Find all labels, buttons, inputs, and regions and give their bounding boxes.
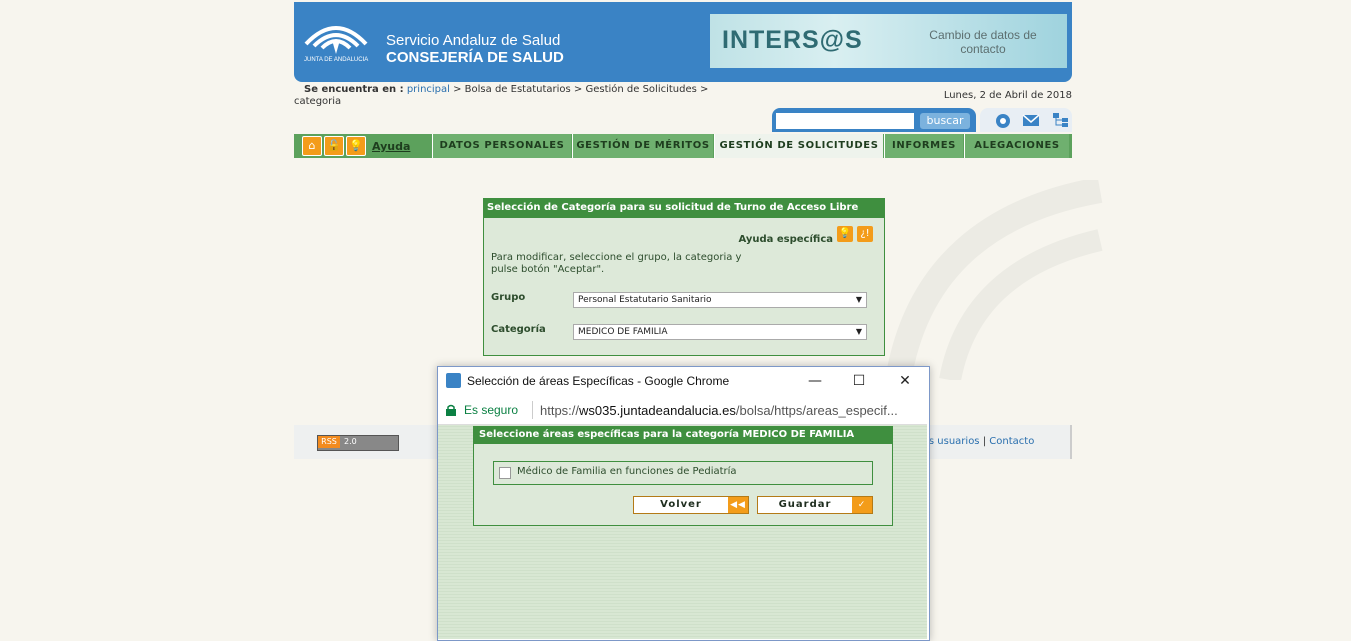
maximize-button[interactable]: ☐: [836, 370, 882, 392]
rss-label: RSS: [318, 436, 340, 448]
url-path: /bolsa/https/areas_especif...: [735, 403, 898, 418]
url-host: ws035.juntadeandalucia.es: [579, 403, 736, 418]
org-department: CONSEJERÍA DE SALUD: [386, 49, 564, 66]
org-name: Servicio Andaluz de Salud: [386, 32, 561, 49]
secure-lock-icon: [446, 404, 456, 416]
checkmark-icon: ✓: [852, 497, 872, 513]
back-button[interactable]: Volver ◀◀: [633, 496, 749, 514]
category-select-value: MEDICO DE FAMILIA: [578, 327, 668, 337]
watermark-arc: [887, 180, 1103, 380]
help-bulb-icon[interactable]: 💡: [346, 136, 366, 156]
category-label: Categoría: [491, 324, 546, 335]
tab-datos-personales[interactable]: DATOS PERSONALES: [432, 134, 571, 158]
group-select-value: Personal Estatutario Sanitario: [578, 295, 712, 305]
tab-gestion-meritos[interactable]: GESTIÓN DE MÉRITOS: [572, 134, 713, 158]
category-select[interactable]: MEDICO DE FAMILIA ▼: [573, 324, 867, 340]
banner-title: INTERS@S: [722, 26, 863, 54]
tab-informes[interactable]: INFORMES: [884, 134, 963, 158]
chevron-down-icon: ▼: [855, 295, 862, 304]
search-button[interactable]: buscar: [920, 113, 970, 129]
group-label: Grupo: [491, 292, 526, 303]
home-icon[interactable]: ⌂: [302, 136, 322, 156]
sitemap-icon[interactable]: [1052, 112, 1070, 128]
category-panel-title: Selección de Categoría para su solicitud…: [483, 198, 885, 218]
specific-help-label[interactable]: Ayuda específica: [700, 234, 833, 245]
area-option-label[interactable]: Médico de Familia en funciones de Pediat…: [517, 466, 737, 477]
logo-subtitle: JUNTA DE ANDALUCIA: [304, 57, 369, 63]
back-button-label: Volver: [660, 499, 702, 510]
save-button[interactable]: Guardar ✓: [757, 496, 873, 514]
url-separator: [532, 401, 533, 419]
minimize-button[interactable]: —: [792, 370, 838, 392]
banner-subtitle: Cambio de datos de contacto: [929, 28, 1037, 56]
accessibility-icon[interactable]: [994, 112, 1012, 128]
lock-icon[interactable]: 🔓: [324, 136, 344, 156]
save-button-label: Guardar: [778, 499, 832, 510]
group-select[interactable]: Personal Estatutario Sanitario ▼: [573, 292, 867, 308]
close-button[interactable]: ✕: [882, 370, 928, 392]
footer-contact-link[interactable]: Contacto: [989, 436, 1034, 447]
breadcrumb-label: Se encuentra en :: [304, 84, 404, 95]
breadcrumb-home-link[interactable]: principal: [407, 84, 450, 95]
faq-icon[interactable]: ¿!: [857, 226, 873, 242]
area-option-checkbox[interactable]: [499, 467, 511, 479]
tab-alegaciones[interactable]: ALEGACIONES: [964, 134, 1069, 158]
url-text[interactable]: https://ws035.juntadeandalucia.es/bolsa/…: [540, 403, 926, 418]
double-chevron-left-icon: ◀◀: [728, 497, 748, 513]
current-date: Lunes, 2 de Abril de 2018: [943, 90, 1072, 101]
help-bulb-icon[interactable]: 💡: [837, 226, 853, 242]
secure-label: Es seguro: [464, 403, 519, 417]
areas-panel-title: Seleccione áreas específicas para la cat…: [473, 426, 893, 444]
rss-version: 2.0: [344, 437, 357, 446]
category-instructions: Para modificar, seleccione el grupo, la …: [491, 252, 742, 275]
help-link[interactable]: Ayuda: [372, 140, 410, 153]
chevron-down-icon: ▼: [855, 327, 862, 336]
breadcrumb: Se encuentra en : principal > Bolsa de E…: [294, 84, 734, 108]
url-scheme: https://: [540, 403, 580, 418]
browser-tab-icon: [446, 373, 461, 388]
popup-window-title: Selección de áreas Específicas - Google …: [467, 374, 730, 388]
search-input[interactable]: [776, 113, 914, 129]
mail-icon[interactable]: [1022, 112, 1040, 128]
tab-gestion-solicitudes[interactable]: GESTIÓN DE SOLICITUDES: [714, 134, 883, 158]
footer-links: los usuarios | Contacto: [920, 436, 1034, 447]
